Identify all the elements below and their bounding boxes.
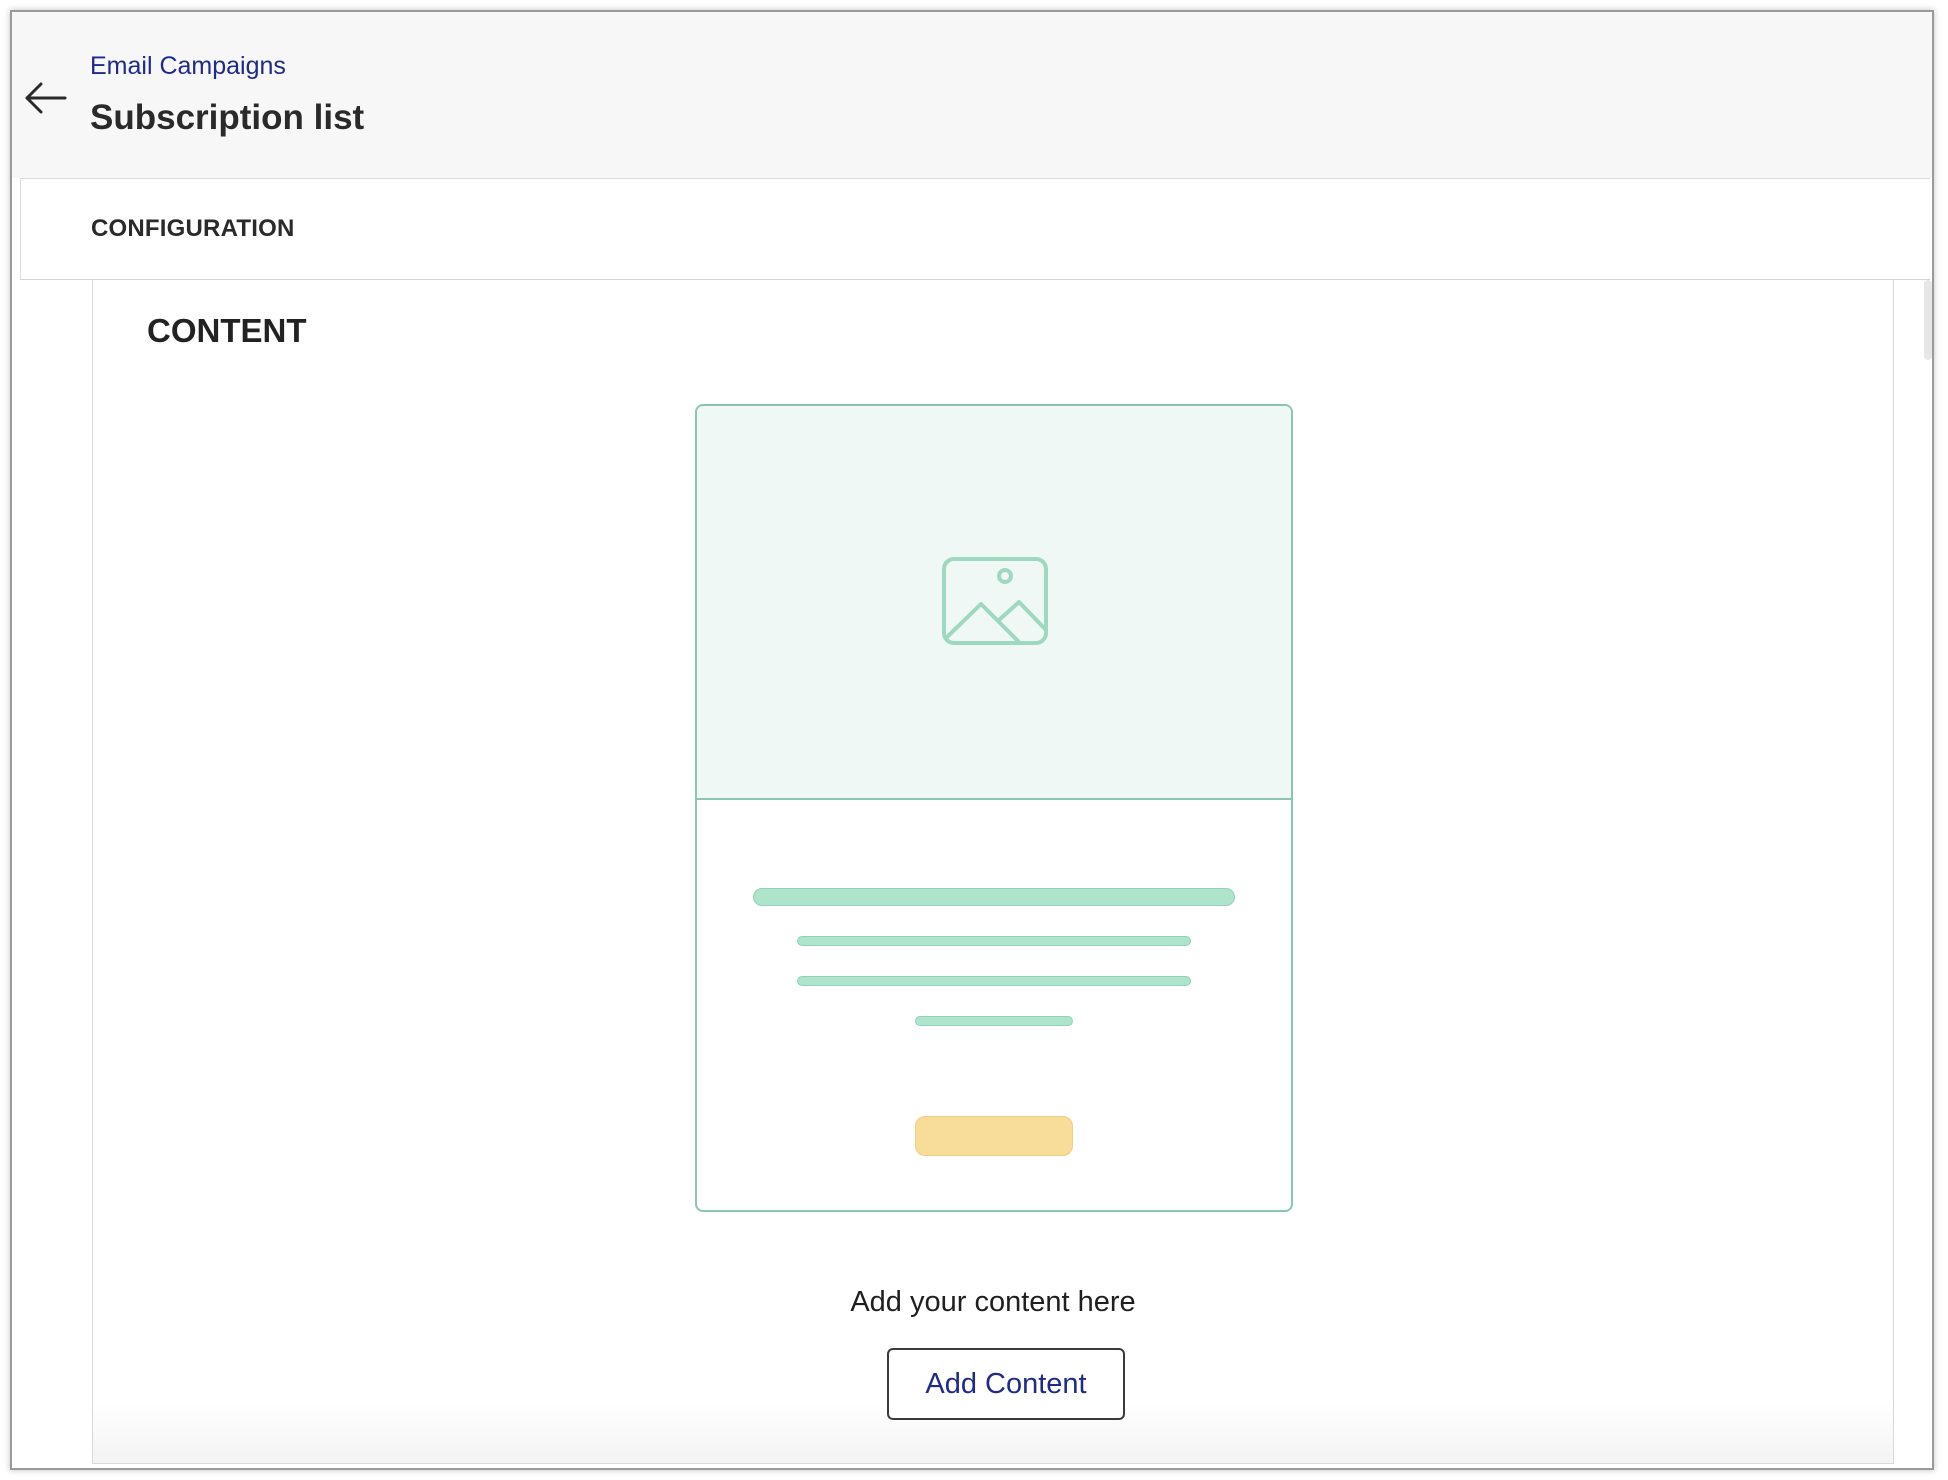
- add-content-hint: Add your content here: [850, 1286, 1136, 1318]
- app-window: Email Campaigns Subscription list CONFIG…: [10, 10, 1934, 1470]
- content-panel: CONTENT Add your content here Add Conten…: [92, 280, 1894, 1464]
- placeholder-text-line: [915, 1016, 1073, 1026]
- email-template-placeholder: [695, 404, 1293, 1212]
- content-section-title: CONTENT: [147, 312, 307, 349]
- placeholder-button: [915, 1116, 1073, 1156]
- breadcrumb-email-campaigns[interactable]: Email Campaigns: [90, 52, 286, 81]
- page-header: Email Campaigns Subscription list: [12, 12, 1932, 178]
- page-title: Subscription list: [90, 98, 365, 137]
- tab-bar: CONFIGURATION: [20, 178, 1930, 280]
- template-image-area: [697, 406, 1291, 800]
- scrollbar[interactable]: [1924, 280, 1932, 360]
- placeholder-text-line: [797, 936, 1191, 946]
- image-icon: [942, 557, 1048, 645]
- add-content-button[interactable]: Add Content: [887, 1348, 1125, 1420]
- arrow-left-icon: [25, 82, 67, 114]
- placeholder-heading-line: [753, 888, 1235, 906]
- placeholder-text-line: [797, 976, 1191, 986]
- tab-configuration[interactable]: CONFIGURATION: [91, 215, 294, 243]
- back-button[interactable]: [20, 76, 72, 120]
